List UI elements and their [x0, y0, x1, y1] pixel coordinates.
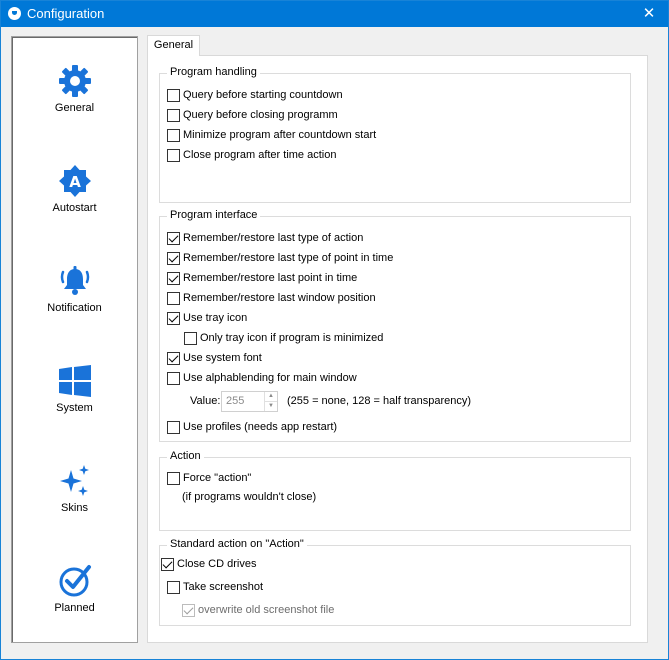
option-label: Query before closing programm: [183, 109, 338, 121]
group-title: Action: [167, 450, 204, 462]
option-label: Use alphablending for main window: [183, 372, 357, 384]
checkbox[interactable]: [167, 371, 180, 385]
restore-window-position-option[interactable]: Remember/restore last window position: [167, 290, 376, 306]
autostart-glyph: A: [69, 173, 81, 191]
title-bar: Configuration ✕: [1, 1, 668, 27]
autostart-badge-icon: A: [59, 165, 91, 197]
sparkles-icon: [60, 465, 89, 496]
checkbox[interactable]: [167, 251, 180, 265]
checkbox[interactable]: [167, 291, 180, 305]
group-title: Program handling: [167, 66, 260, 78]
checkbox[interactable]: [167, 311, 180, 325]
spin-up-icon[interactable]: ▲: [265, 392, 277, 401]
restore-point-in-time-option[interactable]: Remember/restore last point in time: [167, 270, 357, 286]
minimize-after-countdown-option[interactable]: Minimize program after countdown start: [167, 127, 376, 143]
option-label: Remember/restore last point in time: [183, 272, 358, 284]
sidebar-item-notification[interactable]: Notification: [12, 264, 137, 344]
take-screenshot-option[interactable]: Take screenshot: [167, 579, 263, 595]
use-tray-icon-option[interactable]: Use tray icon: [167, 310, 247, 326]
option-label: Force "action": [183, 472, 252, 484]
checkbox[interactable]: [167, 148, 180, 162]
option-label: Use tray icon: [183, 312, 248, 324]
close-cd-drives-option[interactable]: Close CD drives: [161, 556, 256, 572]
checkbox[interactable]: [167, 471, 180, 485]
use-alphablending-option[interactable]: Use alphablending for main window: [167, 370, 357, 386]
option-label: Take screenshot: [183, 581, 264, 593]
close-button[interactable]: ✕: [630, 1, 668, 27]
option-label: Close program after time action: [183, 149, 337, 161]
checkbox[interactable]: [167, 128, 180, 142]
tab-general[interactable]: General: [147, 35, 200, 56]
option-label: overwrite old screenshot file: [198, 604, 335, 616]
option-label: Minimize program after countdown start: [183, 129, 377, 141]
force-action-option[interactable]: Force "action": [167, 470, 251, 486]
sidebar-item-autostart[interactable]: A Autostart: [12, 164, 137, 244]
alpha-value-spinner[interactable]: 255 ▲ ▼: [221, 391, 278, 412]
checkbox: [182, 603, 195, 617]
query-before-closing-option[interactable]: Query before closing programm: [167, 107, 338, 123]
group-title: Standard action on "Action": [167, 538, 307, 550]
query-before-countdown-option[interactable]: Query before starting countdown: [167, 87, 343, 103]
checkbox[interactable]: [167, 231, 180, 245]
checkbox[interactable]: [167, 88, 180, 102]
sidebar-item-system[interactable]: System: [12, 364, 137, 444]
option-label: Remember/restore last window position: [183, 292, 376, 304]
window-title: Configuration: [27, 6, 105, 21]
sidebar-item-label: Skins: [61, 502, 88, 514]
sidebar-item-general[interactable]: General: [12, 64, 137, 144]
group-title: Program interface: [167, 209, 261, 221]
checkbox[interactable]: [167, 420, 180, 434]
windows-logo-icon: [59, 365, 91, 397]
close-after-time-action-option[interactable]: Close program after time action: [167, 147, 336, 163]
checkbox[interactable]: [167, 351, 180, 365]
sidebar: General A Autostart Notification System …: [11, 36, 138, 643]
alpha-value-label: Value:: [190, 395, 221, 407]
option-label: Remember/restore last type of action: [183, 232, 364, 244]
option-label: Remember/restore last type of point in t…: [183, 252, 394, 264]
checkbox[interactable]: [184, 331, 197, 345]
sidebar-item-label: Notification: [47, 302, 102, 314]
checkbox[interactable]: [167, 108, 180, 122]
checkbox[interactable]: [167, 271, 180, 285]
only-tray-icon-option[interactable]: Only tray icon if program is minimized: [184, 330, 383, 346]
option-label: Use system font: [183, 352, 262, 364]
overwrite-screenshot-option: overwrite old screenshot file: [182, 602, 334, 618]
restore-point-type-option[interactable]: Remember/restore last type of point in t…: [167, 250, 393, 266]
gear-icon: [59, 65, 91, 97]
option-label: Close CD drives: [177, 558, 257, 570]
option-label: Use profiles (needs app restart): [183, 421, 338, 433]
sidebar-item-label: System: [56, 402, 93, 414]
force-action-note: (if programs wouldn't close): [182, 491, 317, 503]
alpha-value-hint: (255 = none, 128 = half transparency): [287, 395, 472, 407]
sidebar-item-label: General: [54, 102, 95, 114]
option-label: Only tray icon if program is minimized: [200, 332, 384, 344]
sidebar-item-label: Autostart: [52, 202, 97, 214]
sidebar-item-label: Planned: [54, 602, 95, 614]
app-icon: [8, 7, 21, 20]
restore-action-type-option[interactable]: Remember/restore last type of action: [167, 230, 363, 246]
sidebar-item-skins[interactable]: Skins: [12, 464, 137, 544]
checkbox[interactable]: [161, 557, 174, 571]
bell-icon: [60, 266, 90, 295]
configuration-window: Configuration ✕ General A Autostart Noti…: [0, 0, 669, 660]
alpha-value-input[interactable]: 255: [226, 395, 244, 407]
check-circle-icon: [59, 565, 91, 597]
checkbox[interactable]: [167, 580, 180, 594]
sidebar-item-planned[interactable]: Planned: [12, 564, 137, 644]
use-profiles-option[interactable]: Use profiles (needs app restart): [167, 419, 337, 435]
use-system-font-option[interactable]: Use system font: [167, 350, 262, 366]
option-label: Query before starting countdown: [183, 89, 343, 101]
spin-down-icon[interactable]: ▼: [265, 401, 277, 410]
